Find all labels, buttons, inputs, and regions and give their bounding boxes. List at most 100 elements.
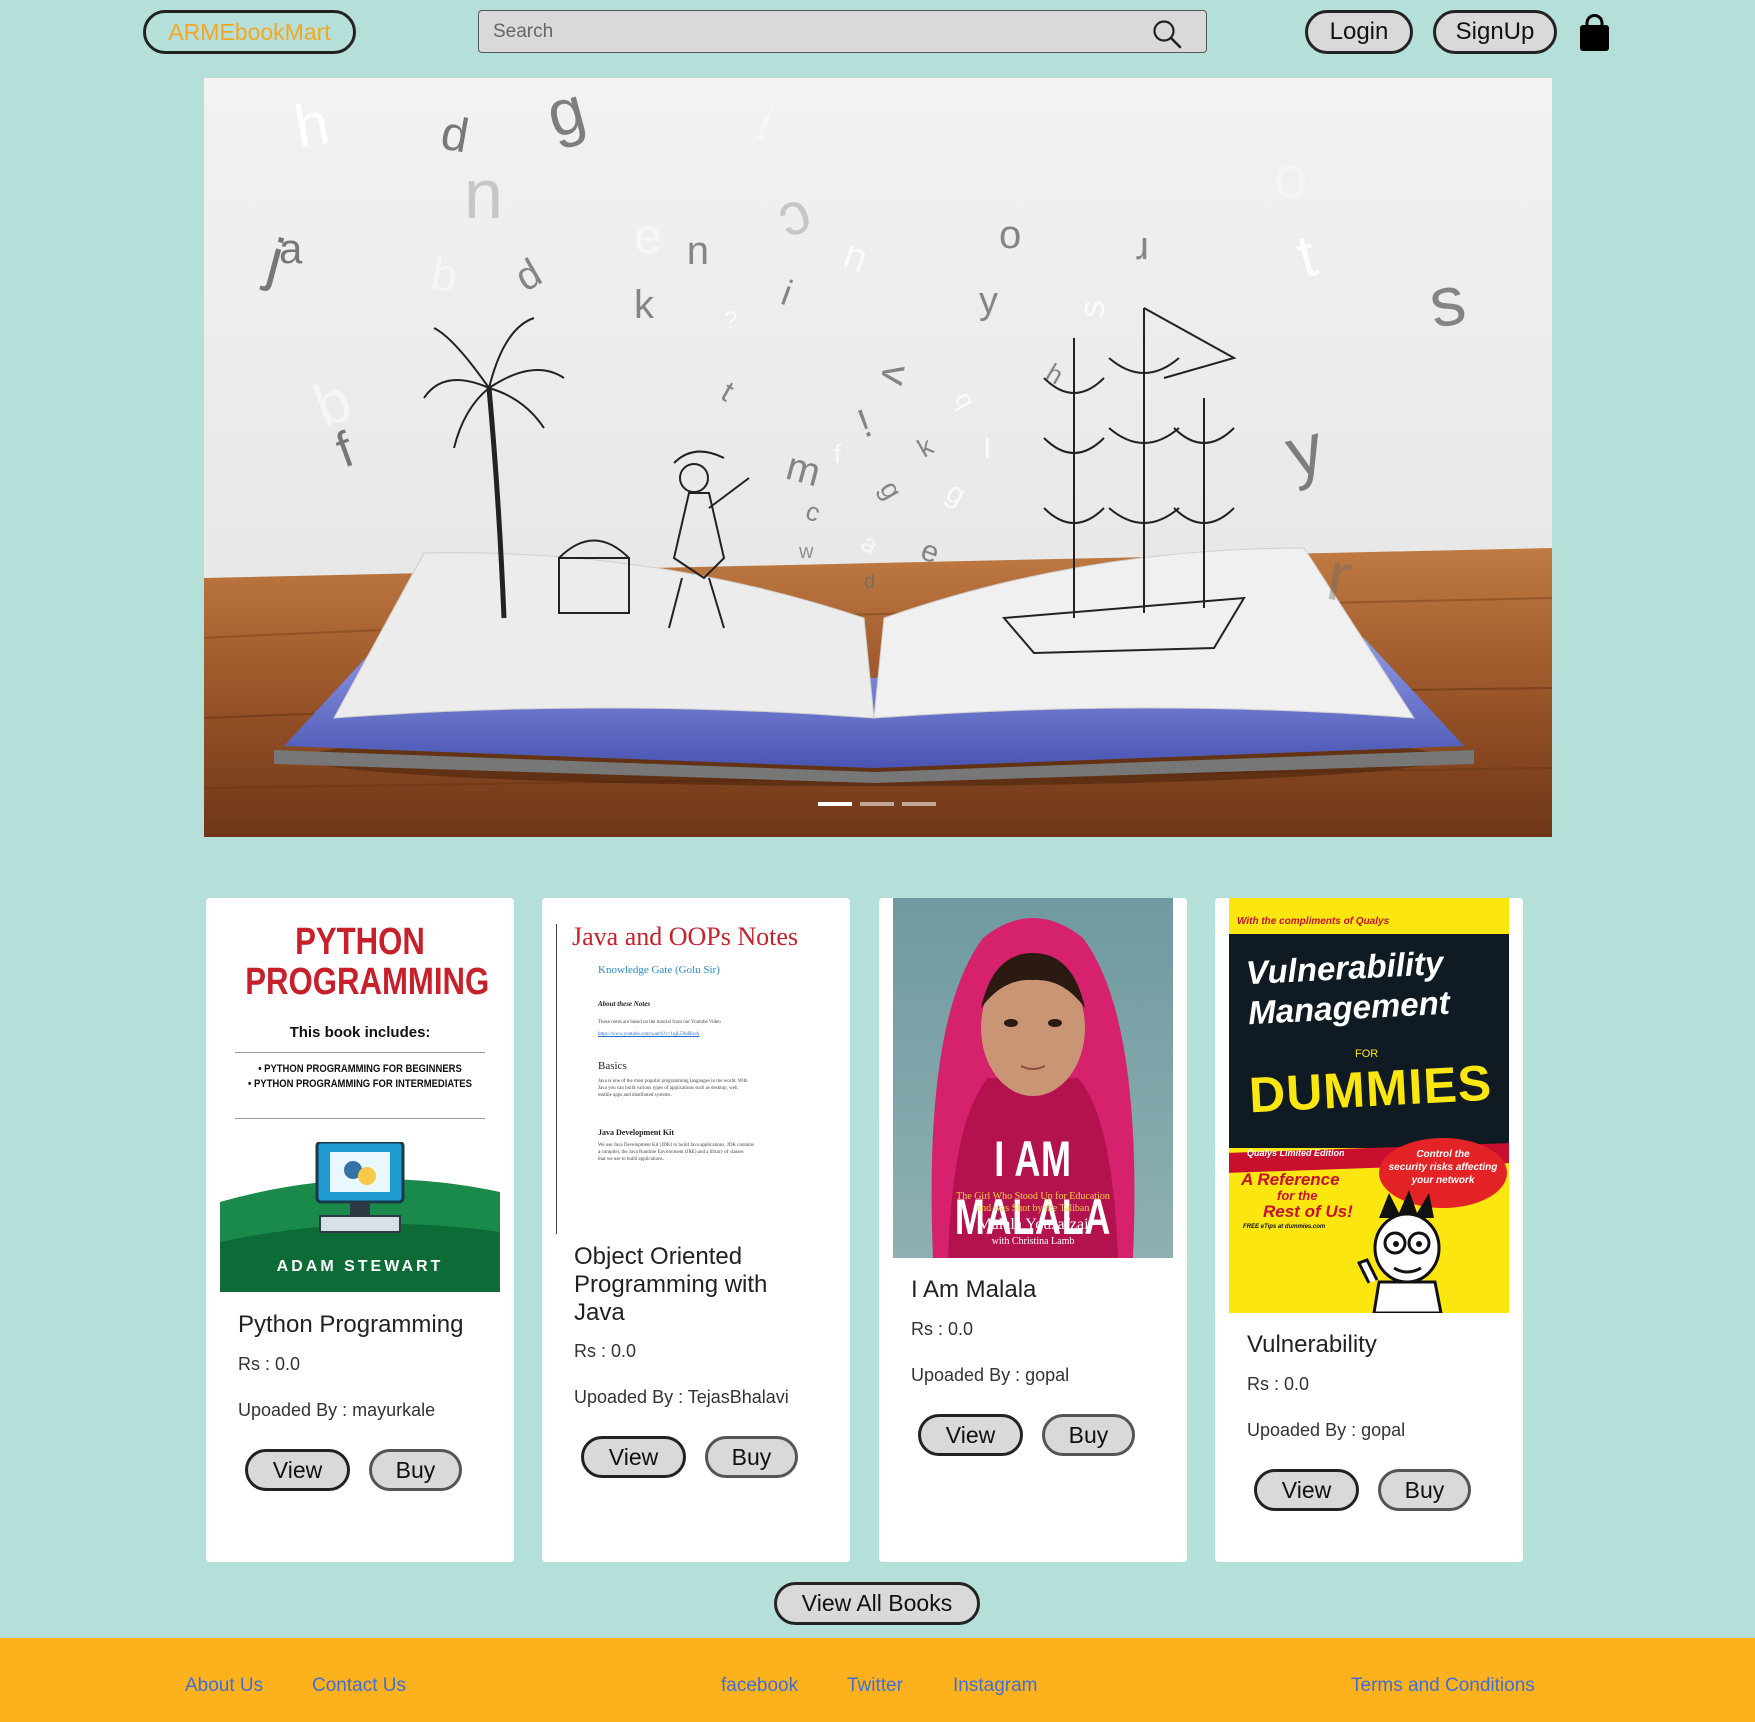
cover-for: FOR: [1355, 1048, 1379, 1060]
footer-link-facebook[interactable]: facebook: [721, 1675, 798, 1697]
carousel-dot-1[interactable]: [818, 802, 852, 806]
cover-edition: Qualys Limited Edition: [1247, 1148, 1345, 1158]
floating-letter: i: [776, 272, 798, 313]
signup-button[interactable]: SignUp: [1433, 10, 1557, 54]
book-cover-vulnerability[interactable]: With the compliments of Qualys Vulnerabi…: [1229, 898, 1509, 1313]
floating-letter: i: [750, 96, 780, 152]
footer-link-contact[interactable]: Contact Us: [312, 1675, 406, 1697]
hero-carousel[interactable]: h d g i j a b n p e u c u o r t s k? i y s v t q h m f! k l g c g y w a e d b…: [204, 78, 1552, 837]
floating-letter: b: [427, 247, 461, 303]
cover-author: ADAM STEWART: [276, 1258, 444, 1275]
book-uploader: Upoaded By : gopal: [911, 1365, 1070, 1385]
buy-button[interactable]: Buy: [1378, 1469, 1471, 1511]
floating-letter: o: [999, 213, 1021, 257]
floating-letter: y: [1278, 408, 1332, 492]
floating-letter: m: [782, 444, 826, 495]
floating-letter: c: [802, 495, 824, 528]
cover-bubble-2: security risks affecting: [1388, 1162, 1498, 1173]
footer-link-twitter[interactable]: Twitter: [847, 1675, 903, 1697]
floating-letter: k: [634, 283, 655, 327]
view-button[interactable]: View: [1254, 1469, 1359, 1511]
floating-letter: g: [941, 475, 972, 512]
floating-letter: t: [1290, 221, 1324, 290]
book-cover-python[interactable]: PYTHON PROGRAMMING This book includes: •…: [220, 912, 500, 1292]
view-button[interactable]: View: [918, 1414, 1023, 1456]
view-button[interactable]: View: [245, 1449, 350, 1491]
footer-link-terms[interactable]: Terms and Conditions: [1351, 1675, 1535, 1697]
floating-letter: l: [984, 433, 990, 464]
footer-link-about[interactable]: About Us: [185, 1675, 263, 1697]
floating-letter: a: [856, 527, 884, 560]
login-button[interactable]: Login: [1305, 10, 1413, 54]
cover-heading: Java and OOPs Notes: [572, 922, 799, 951]
search-bar: [478, 10, 1207, 53]
cover-title-line2: PROGRAMMING: [245, 961, 490, 1003]
floating-letter: u: [687, 234, 709, 278]
cover-basics-text-2: Java you can build various types of appl…: [598, 1086, 739, 1091]
book-price: Rs : 0.0: [238, 1354, 301, 1374]
floating-letter: e: [917, 534, 944, 571]
cover-item-1: • PYTHON PROGRAMMING FOR BEGINNERS: [258, 1063, 462, 1075]
book-title[interactable]: I Am Malala: [911, 1276, 1161, 1304]
brand-logo-button[interactable]: ARMEbookMart: [143, 10, 356, 54]
floating-letter: !: [852, 401, 878, 446]
floating-letter: ?: [724, 307, 737, 334]
cover-basics: Basics: [598, 1060, 627, 1072]
floating-letter: g: [539, 78, 593, 152]
carousel-indicators: [818, 802, 936, 806]
cover-title-line1: PYTHON: [295, 921, 425, 963]
book-title[interactable]: Object Oriented Programming with Java: [574, 1243, 824, 1327]
cover-basics-text-1: Java is one of the most popular programm…: [598, 1079, 748, 1084]
floating-letter: d: [864, 571, 875, 593]
search-icon[interactable]: [1152, 19, 1182, 49]
floating-letter: r: [1136, 229, 1149, 273]
floating-letter: u: [836, 237, 872, 286]
carousel-dot-2[interactable]: [860, 802, 894, 806]
cover-coauthor: with Christina Lamb: [991, 1236, 1075, 1247]
cover-ref-3: Rest of Us!: [1263, 1202, 1353, 1221]
floating-letter: v: [872, 361, 919, 388]
floating-letter: s: [1423, 260, 1471, 343]
cover-author: Malala Yousafzai: [977, 1216, 1089, 1233]
book-cover-malala[interactable]: I AM MALALA The Girl Who Stood Up for Ed…: [893, 898, 1173, 1258]
book-uploader: Upoaded By : gopal: [1247, 1420, 1406, 1440]
view-all-books-button[interactable]: View All Books: [774, 1582, 980, 1625]
carousel-dot-3[interactable]: [902, 802, 936, 806]
cover-jdk-text-1: We use Java Development Kit (JDK) to bui…: [598, 1143, 754, 1148]
view-button[interactable]: View: [581, 1436, 686, 1478]
cover-compliments: With the compliments of Qualys: [1237, 916, 1390, 927]
floating-letter: y: [979, 280, 998, 322]
cover-jdk-text-2: a compiler, the Java Runtime Environment…: [598, 1150, 744, 1155]
book-title[interactable]: Vulnerability: [1247, 1331, 1497, 1359]
floating-letters: h d g ija bnpe u cuo r tsk ?i y svt qhm f!k lgc gyw a edb…: [259, 78, 1471, 617]
floating-letter: a: [279, 225, 303, 272]
shopping-bag-icon[interactable]: [1578, 14, 1611, 52]
cover-sub-1: The Girl Who Stood Up for Education: [956, 1191, 1110, 1202]
search-input[interactable]: [479, 11, 1119, 52]
floating-letter: o: [1274, 144, 1307, 211]
buy-button[interactable]: Buy: [705, 1436, 798, 1478]
floating-letter: n: [464, 155, 503, 233]
footer-link-instagram[interactable]: Instagram: [953, 1675, 1037, 1697]
cover-link: https://www.youtube.com/watch?v=1qjL5NsB…: [598, 1032, 700, 1037]
buy-button[interactable]: Buy: [369, 1449, 462, 1491]
cover-sub-2: and was Shot by the Taliban: [976, 1203, 1090, 1214]
book-title[interactable]: Python Programming: [238, 1311, 488, 1339]
book-cover-java[interactable]: Java and OOPs Notes Knowledge Gate (Golu…: [556, 912, 836, 1242]
cover-sub: Knowledge Gate (Golu Sir): [598, 964, 720, 976]
floating-letter: e: [634, 208, 662, 264]
buy-button[interactable]: Buy: [1042, 1414, 1135, 1456]
book-price: Rs : 0.0: [1247, 1374, 1310, 1394]
book-price: Rs : 0.0: [574, 1341, 637, 1361]
floating-letter: h: [290, 89, 335, 161]
floating-letter: c: [771, 186, 822, 259]
book-uploader: Upoaded By : TejasBhalavi: [574, 1387, 789, 1407]
cover-bubble-3: your network: [1411, 1175, 1475, 1186]
cover-item-2: • PYTHON PROGRAMMING FOR INTERMEDIATES: [248, 1078, 472, 1090]
cover-ref-1: A Reference: [1241, 1170, 1340, 1189]
book-uploader: Upoaded By : mayurkale: [238, 1400, 436, 1420]
floating-letter: s: [1071, 300, 1112, 318]
cover-tips: FREE eTips at dummies.com: [1243, 1224, 1326, 1230]
floating-letter: k: [912, 430, 939, 463]
book-card-vulnerability: With the compliments of Qualys Vulnerabi…: [1215, 898, 1523, 1562]
